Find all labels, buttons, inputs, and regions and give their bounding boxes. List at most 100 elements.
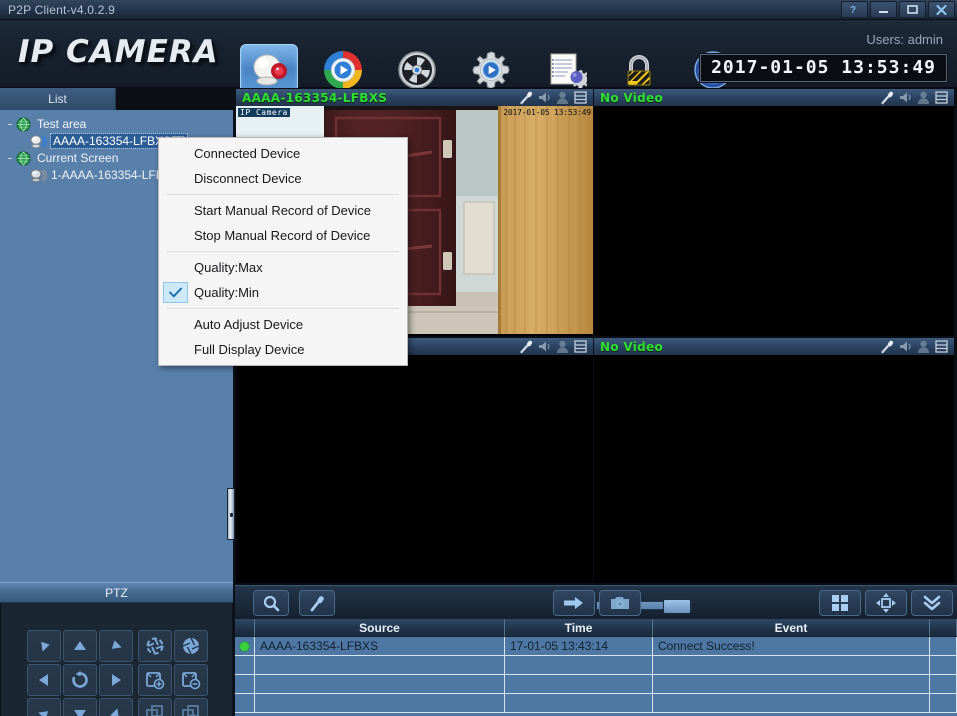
search-device-button[interactable] <box>253 590 289 616</box>
expander-icon[interactable]: - <box>4 118 16 130</box>
video-panel-icons <box>519 339 593 354</box>
menu-stop-manual-record[interactable]: Stop Manual Record of Device <box>159 223 407 248</box>
ptz-left-button[interactable] <box>27 664 61 696</box>
layout-grid-button[interactable] <box>819 590 861 616</box>
layout-icon[interactable] <box>934 90 949 105</box>
ptz-up-button[interactable] <box>63 630 97 662</box>
iris-close-icon <box>181 636 201 656</box>
menu-separator <box>167 194 399 195</box>
table-row[interactable] <box>235 675 957 694</box>
table-row[interactable] <box>235 694 957 713</box>
microphone-icon[interactable] <box>880 339 895 354</box>
camera-snapshot-icon <box>609 595 631 611</box>
volume-slider-knob[interactable] <box>663 599 691 614</box>
ptz-right-button[interactable] <box>99 664 133 696</box>
table-row[interactable] <box>235 656 957 675</box>
microphone-icon[interactable] <box>519 339 534 354</box>
minimize-button[interactable] <box>870 1 897 18</box>
video-panel-title: No Video <box>600 339 664 354</box>
talk-icon[interactable] <box>555 339 570 354</box>
maximize-button[interactable] <box>899 1 926 18</box>
speaker-icon[interactable] <box>898 90 913 105</box>
menu-item-label: Full Display Device <box>194 342 305 357</box>
video-panel-icons <box>880 339 954 354</box>
ptz-down-right-button[interactable] <box>99 698 133 716</box>
focus-far-button[interactable] <box>174 664 208 696</box>
table-row[interactable]: AAAA-163354-LFBXS 17-01-05 13:43:14 Conn… <box>235 637 957 656</box>
menu-item-label: Quality:Min <box>194 285 260 300</box>
menu-separator <box>167 251 399 252</box>
speaker-icon[interactable] <box>537 339 552 354</box>
column-source: Source <box>255 619 505 636</box>
menu-quality-min[interactable]: Quality:Min <box>159 280 407 305</box>
talk-icon[interactable] <box>555 90 570 105</box>
expander-icon[interactable]: - <box>4 152 16 164</box>
iris-open-button[interactable] <box>138 630 172 662</box>
svg-text:?: ? <box>850 5 856 15</box>
snapshot-button[interactable] <box>599 590 641 616</box>
video-panel-2[interactable]: No Video <box>594 89 954 336</box>
zoom-out-button[interactable] <box>174 698 208 716</box>
ptz-down-button[interactable] <box>63 698 97 716</box>
video-feed-4[interactable] <box>594 355 954 583</box>
iris-open-icon <box>145 636 165 656</box>
layout-icon[interactable] <box>573 339 588 354</box>
microphone-icon[interactable] <box>880 90 895 105</box>
list-tab[interactable]: List <box>0 88 116 110</box>
help-button[interactable]: ? <box>841 1 868 18</box>
video-panel-4[interactable]: No Video <box>594 338 954 583</box>
menu-disconnect-device[interactable]: Disconnect Device <box>159 166 407 191</box>
video-panel-title: AAAA-163354-LFBXS <box>242 90 388 105</box>
layout-icon[interactable] <box>573 90 588 105</box>
menu-item-label: Disconnect Device <box>194 171 302 186</box>
window-title: P2P Client-v4.0.2.9 <box>8 3 115 17</box>
menu-item-label: Auto Adjust Device <box>194 317 304 332</box>
video-feed-2[interactable] <box>594 106 954 336</box>
talk-icon[interactable] <box>916 90 931 105</box>
layout-icon[interactable] <box>934 339 949 354</box>
arrow-up-right-icon <box>108 638 124 654</box>
clock-display: 2017-01-05 13:53:49 <box>700 54 947 82</box>
zoom-in-button[interactable] <box>138 698 172 716</box>
row-event <box>653 694 930 712</box>
ptz-up-right-button[interactable] <box>99 630 133 662</box>
ptz-up-left-button[interactable] <box>27 630 61 662</box>
record-arrow-icon <box>563 595 585 611</box>
video-feed-3[interactable] <box>236 355 593 583</box>
fullscreen-button[interactable] <box>865 590 907 616</box>
close-button[interactable] <box>928 1 955 18</box>
row-extra <box>930 694 957 712</box>
menu-connected-device[interactable]: Connected Device <box>159 141 407 166</box>
microphone-icon[interactable] <box>519 90 534 105</box>
menu-auto-adjust-device[interactable]: Auto Adjust Device <box>159 312 407 337</box>
arrow-up-left-icon <box>36 638 52 654</box>
grid-4-icon <box>830 593 850 613</box>
focus-near-button[interactable] <box>138 664 172 696</box>
tree-group-test-area[interactable]: - Test area <box>0 116 233 132</box>
ptz-header[interactable]: PTZ <box>0 582 233 603</box>
next-page-button[interactable] <box>911 590 953 616</box>
menu-full-display-device[interactable]: Full Display Device <box>159 337 407 362</box>
arrow-down-right-icon <box>108 706 124 716</box>
video-panel-3[interactable]: No Video <box>236 338 593 583</box>
iris-close-button[interactable] <box>174 630 208 662</box>
ptz-down-left-button[interactable] <box>27 698 61 716</box>
tree-item-label: Current Screen <box>37 151 119 165</box>
row-source: AAAA-163354-LFBXS <box>255 637 505 655</box>
speaker-icon[interactable] <box>537 90 552 105</box>
talk-button[interactable] <box>299 590 335 616</box>
focus-minus-icon <box>181 670 201 690</box>
column-event: Event <box>653 619 930 636</box>
speaker-icon[interactable] <box>898 339 913 354</box>
camera-node-gray-icon <box>30 168 47 183</box>
arrow-down-left-icon <box>36 706 52 716</box>
sidebar-splitter[interactable] <box>227 488 235 540</box>
video-panel-icons <box>519 90 593 105</box>
talk-icon[interactable] <box>916 339 931 354</box>
window-buttons: ? <box>841 1 955 18</box>
menu-quality-max[interactable]: Quality:Max <box>159 255 407 280</box>
ptz-auto-scan-button[interactable] <box>63 664 97 696</box>
camera-icon <box>248 49 290 91</box>
manual-record-button[interactable] <box>553 590 595 616</box>
menu-start-manual-record[interactable]: Start Manual Record of Device <box>159 198 407 223</box>
